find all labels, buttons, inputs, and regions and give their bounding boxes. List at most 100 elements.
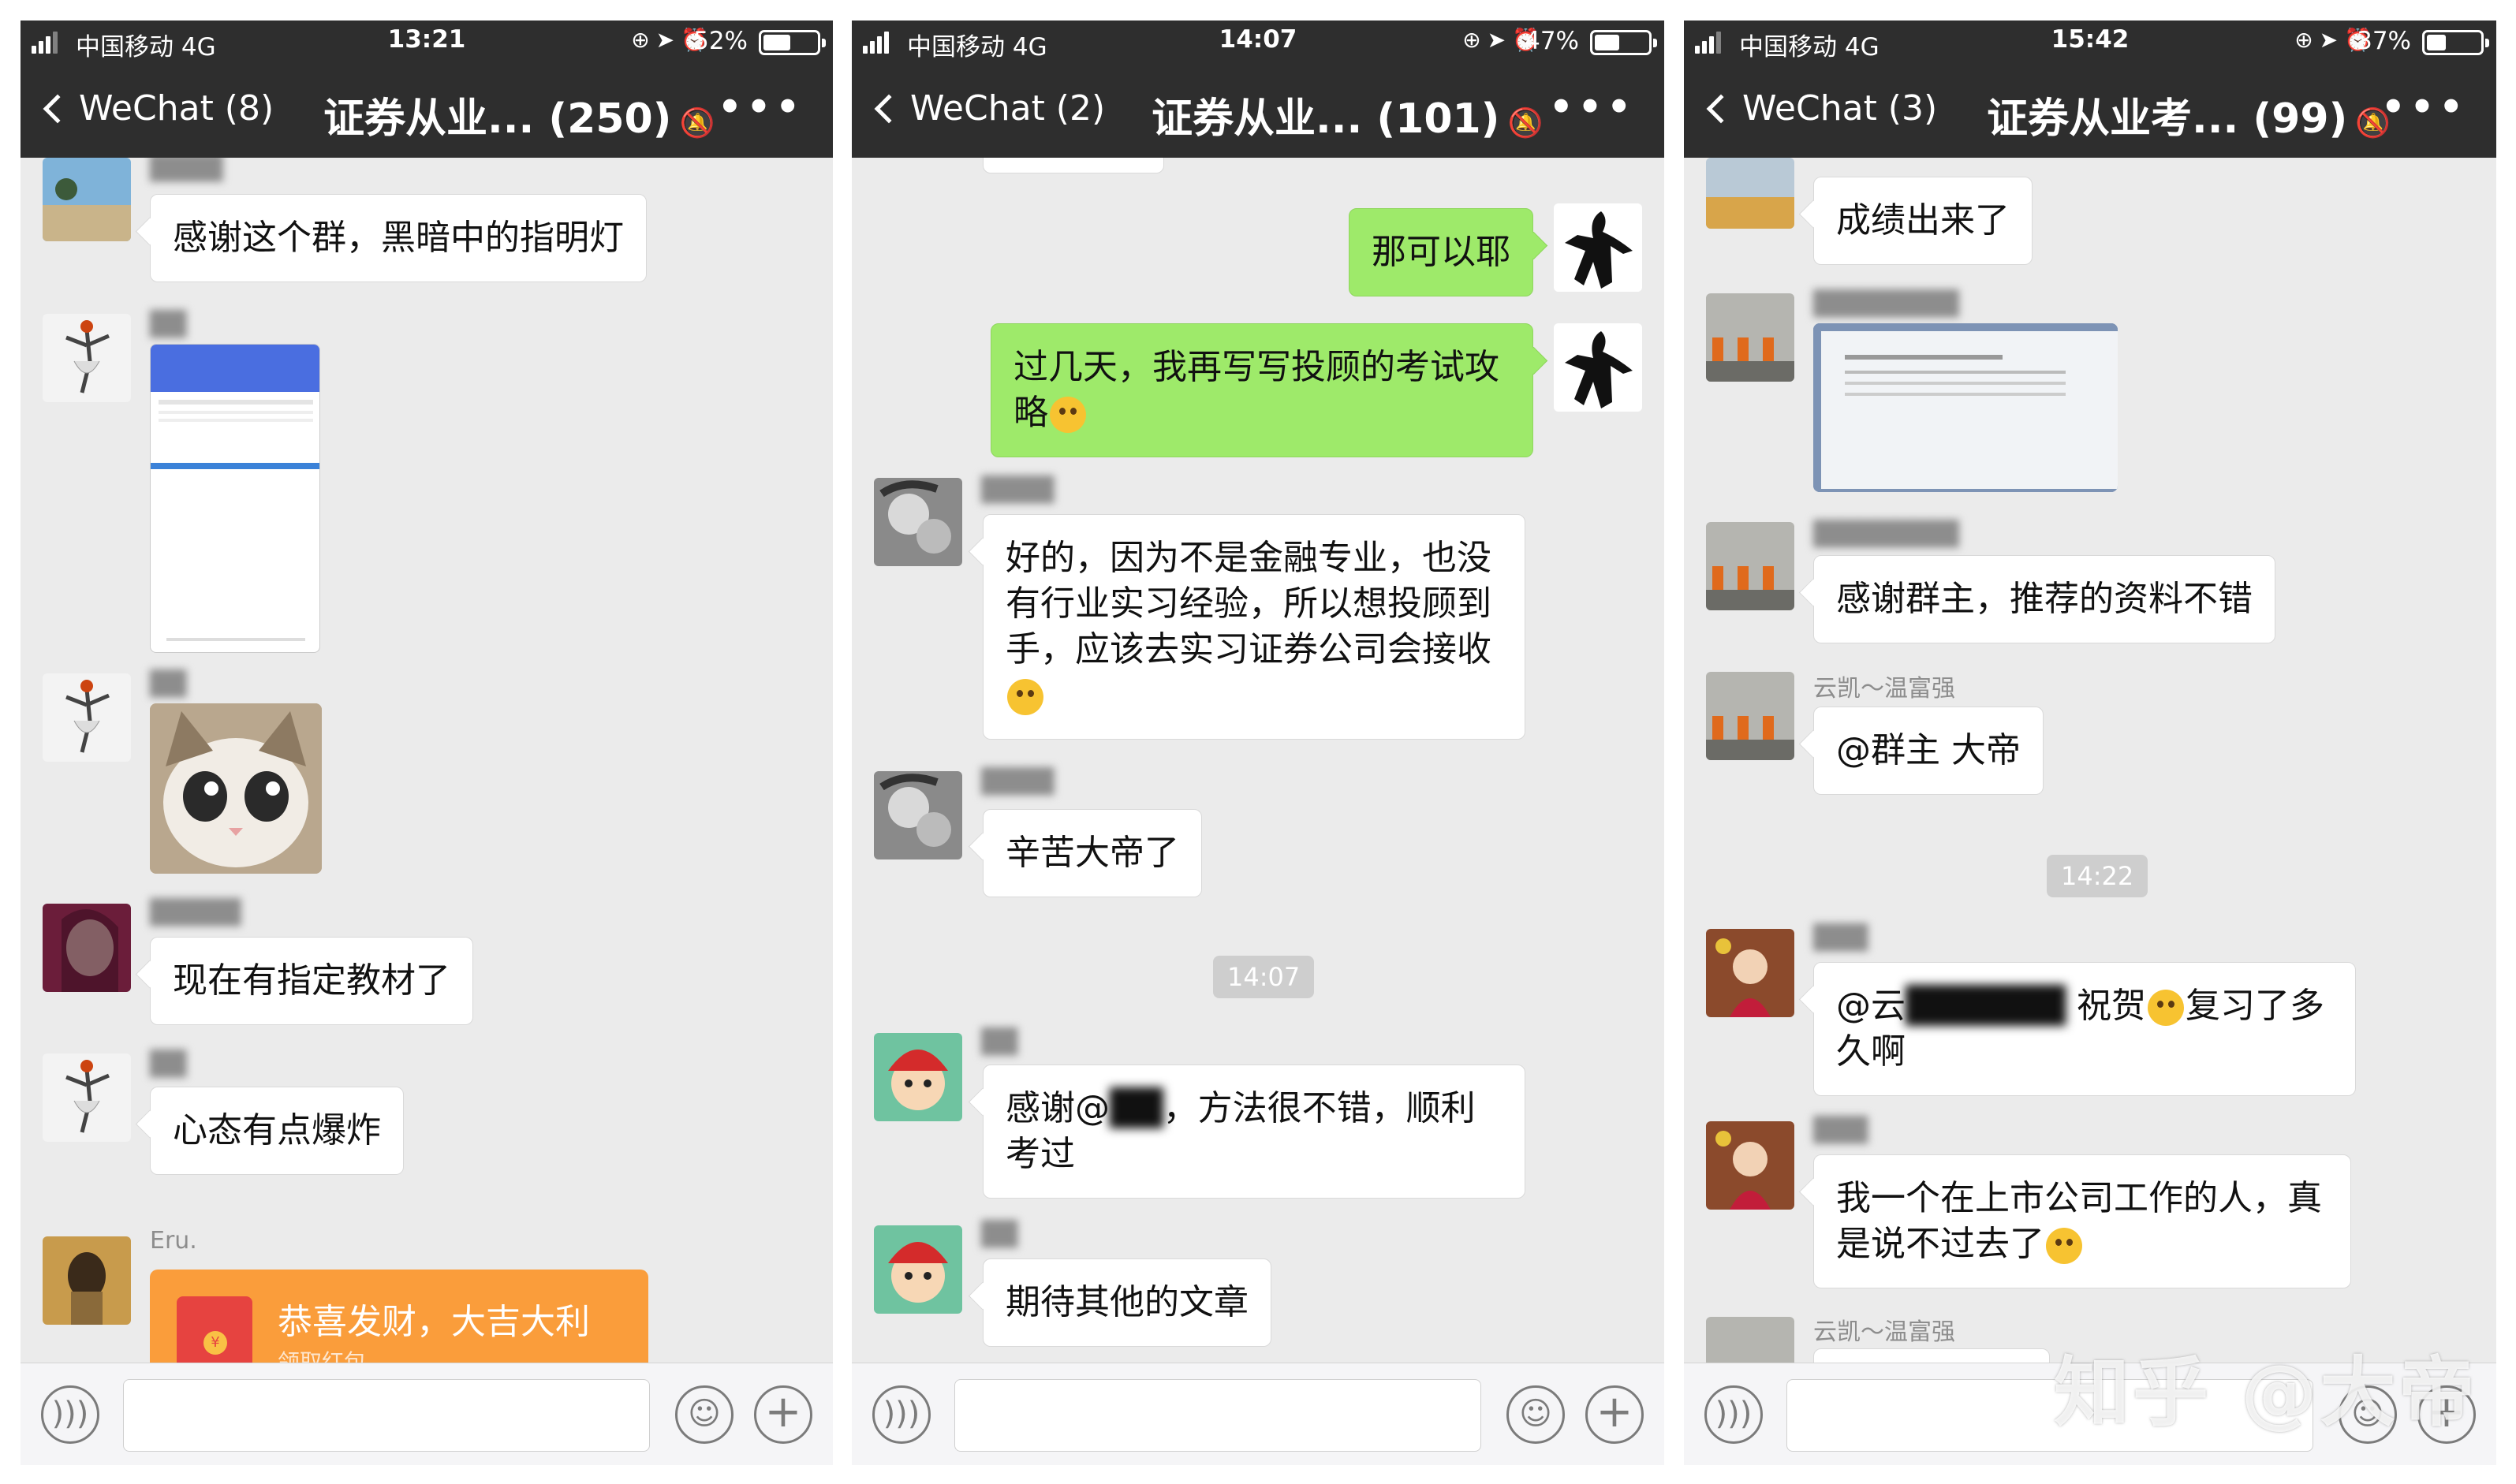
- chat-screen-2: 中国移动 4G 14:07 ⊕➤⏰ 47% WeChat (2) 证券从业...…: [852, 21, 1664, 1465]
- message-list[interactable]: 成绩出来了 ████████ ████████ 感谢群主，推荐的资料不错 云凯～…: [1684, 158, 2496, 1363]
- avatar[interactable]: [1706, 672, 1794, 760]
- avatar[interactable]: [1706, 929, 1794, 1017]
- nickname: ██: [150, 1050, 187, 1078]
- plus-icon[interactable]: +: [1585, 1385, 1644, 1444]
- nickname: ████████: [1813, 520, 1959, 548]
- message-bubble[interactable]: 辛苦大帝了: [983, 809, 1202, 897]
- message-bubble[interactable]: 成绩出来了: [1813, 177, 2033, 265]
- nickname: ██: [981, 1028, 1018, 1056]
- voice-icon[interactable]: ))): [872, 1385, 931, 1444]
- emoji-icon: [2148, 990, 2185, 1026]
- avatar[interactable]: [1706, 1121, 1794, 1210]
- nickname: ██: [150, 670, 187, 698]
- chat-screen-3: 中国移动 4G 15:42 ⊕➤⏰ 37% WeChat (3) 证券从业考..…: [1684, 21, 2496, 1465]
- chevron-left-icon: [1706, 94, 1736, 123]
- sticker-image[interactable]: [150, 703, 322, 874]
- battery-icon: [759, 30, 826, 55]
- message-bubble-own[interactable]: 过几天，我再写写投顾的考试攻略: [991, 323, 1533, 457]
- message-bubble[interactable]: 好的，因为不是金融专业，也没有行业实习经验，所以想投顾到手，应该去实习证券公司会…: [983, 514, 1525, 740]
- nickname: 云凯～温富强: [1813, 1318, 1955, 1346]
- voice-icon[interactable]: ))): [1704, 1385, 1763, 1444]
- nickname: ███: [1813, 924, 1868, 952]
- avatar[interactable]: [43, 1053, 131, 1142]
- back-button[interactable]: WeChat (8): [39, 88, 274, 129]
- message-bubble-partial[interactable]: [983, 158, 1164, 173]
- avatar[interactable]: [43, 673, 131, 762]
- message-list[interactable]: ████ 感谢这个群，黑暗中的指明灯 ██ ██ █████ 现在有指定教材了 …: [21, 158, 833, 1363]
- input-bar: ))) ☺ +: [21, 1363, 833, 1465]
- avatar[interactable]: [43, 158, 131, 241]
- nickname: ████: [981, 768, 1055, 796]
- message-bubble[interactable]: 心态有点爆炸: [150, 1087, 404, 1175]
- message-input[interactable]: [123, 1379, 650, 1452]
- avatar[interactable]: [1706, 1317, 1794, 1363]
- red-packet-message[interactable]: ¥ 恭喜发财，大吉大利 领取红包: [150, 1270, 648, 1363]
- nav-bar: WeChat (3) 证券从业考... (99) 🔕 •••: [1684, 65, 2496, 158]
- more-icon[interactable]: •••: [2381, 85, 2468, 129]
- chevron-left-icon: [43, 94, 73, 123]
- avatar[interactable]: [1554, 203, 1642, 292]
- avatar[interactable]: [1706, 522, 1794, 610]
- back-button[interactable]: WeChat (3): [1703, 88, 1937, 129]
- plus-icon[interactable]: +: [754, 1385, 812, 1444]
- emoji-icon: [2046, 1228, 2082, 1264]
- avatar[interactable]: [1554, 323, 1642, 412]
- nav-bar: WeChat (8) 证券从业... (250) 🔕 •••: [21, 65, 833, 158]
- emoji-icon[interactable]: ☺: [675, 1385, 734, 1444]
- message-input[interactable]: [954, 1379, 1481, 1452]
- back-label: WeChat (2): [910, 88, 1106, 129]
- more-icon[interactable]: •••: [1549, 85, 1636, 129]
- red-packet-subtitle: 领取红包: [278, 1349, 367, 1363]
- message-bubble[interactable]: 我一个在上市公司工作的人，真是说不过去了: [1813, 1154, 2351, 1288]
- time-divider: 14:07: [1213, 956, 1315, 998]
- mute-icon: 🔕: [1507, 107, 1544, 140]
- red-packet-icon: ¥: [177, 1296, 252, 1363]
- nickname: ███: [1813, 1117, 1868, 1144]
- watermark: 知乎 @大帝: [2054, 1348, 2478, 1437]
- battery-icon: [1590, 30, 1657, 55]
- message-bubble[interactable]: 期待其他的文章: [983, 1258, 1271, 1347]
- chat-screen-1: 中国移动 4G 13:21 ⊕➤⏰ 52% WeChat (8) 证券从业...…: [21, 21, 833, 1465]
- status-bar: 中国移动 4G 15:42 ⊕➤⏰ 37%: [1684, 21, 2496, 65]
- emoji-icon[interactable]: ☺: [1506, 1385, 1565, 1444]
- message-list[interactable]: 那可以耶 过几天，我再写写投顾的考试攻略 ████ 好的，因为不是金融专业，也没…: [852, 158, 1664, 1363]
- chat-title: 证券从业... (250) 🔕: [323, 95, 715, 143]
- avatar[interactable]: [874, 1225, 962, 1314]
- emoji-icon: [1050, 397, 1086, 433]
- nickname: ████████: [1813, 290, 1959, 318]
- avatar[interactable]: [874, 478, 962, 566]
- mute-icon: 🔕: [679, 107, 715, 140]
- avatar[interactable]: [874, 771, 962, 859]
- nickname: ██: [150, 311, 187, 338]
- battery-percent: 52%: [693, 27, 748, 55]
- avatar[interactable]: [874, 1033, 962, 1121]
- nav-bar: WeChat (2) 证券从业... (101) 🔕 •••: [852, 65, 1664, 158]
- message-bubble[interactable]: @群主 大帝: [1813, 707, 2044, 795]
- message-bubble-own[interactable]: 那可以耶: [1349, 208, 1533, 296]
- message-bubble[interactable]: 感谢@██，方法很不错，顺利考过: [983, 1065, 1525, 1199]
- nickname: ██: [981, 1221, 1018, 1248]
- back-button[interactable]: WeChat (2): [871, 88, 1105, 129]
- message-bubble[interactable]: 感谢群主，推荐的资料不错: [1813, 555, 2275, 643]
- avatar[interactable]: [43, 314, 131, 402]
- nickname: ████: [981, 476, 1055, 504]
- red-packet-title: 恭喜发财，大吉大利: [278, 1302, 590, 1342]
- shared-image[interactable]: [1813, 323, 2118, 492]
- avatar[interactable]: [43, 904, 131, 992]
- avatar[interactable]: [1706, 158, 1794, 229]
- time-divider: 14:22: [2047, 855, 2148, 897]
- nickname: █████: [150, 899, 241, 927]
- message-bubble-partial[interactable]: [1813, 1348, 2050, 1363]
- chat-title: 证券从业... (101) 🔕: [1152, 95, 1544, 143]
- message-bubble[interactable]: 感谢这个群，黑暗中的指明灯: [150, 194, 647, 282]
- back-label: WeChat (8): [79, 88, 274, 129]
- shared-image[interactable]: [150, 344, 320, 653]
- avatar[interactable]: [1706, 293, 1794, 382]
- voice-icon[interactable]: ))): [41, 1385, 99, 1444]
- back-label: WeChat (3): [1742, 88, 1938, 129]
- message-bubble[interactable]: 现在有指定教材了: [150, 937, 473, 1025]
- input-bar: ))) ☺ +: [852, 1363, 1664, 1465]
- avatar[interactable]: [43, 1236, 131, 1325]
- more-icon[interactable]: •••: [718, 85, 804, 129]
- message-bubble[interactable]: @云██████ 祝贺 复习了多久啊: [1813, 962, 2356, 1096]
